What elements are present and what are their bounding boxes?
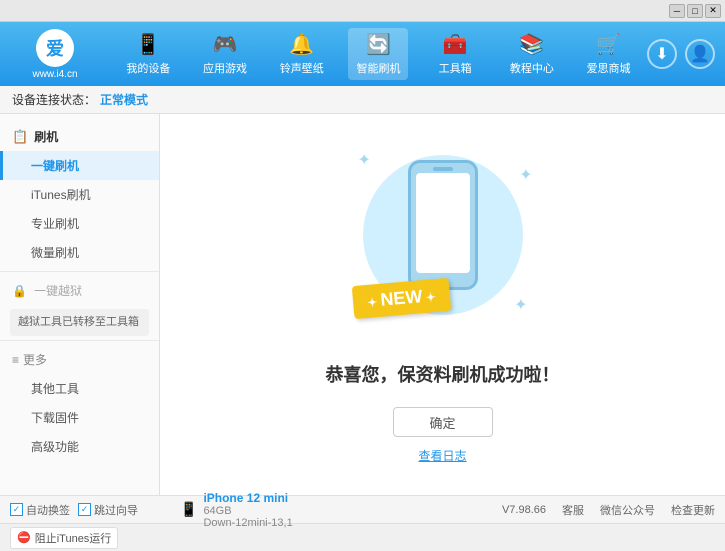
micro-flash-label: 微量刷机 [31,246,79,260]
user-button[interactable]: 👤 [685,39,715,69]
apps-games-icon: 🎮 [213,32,238,57]
toolbox-icon: 🧰 [443,32,468,57]
sparkle-3: ✦ [514,295,527,315]
nav-ringtones[interactable]: 🔔 铃声壁纸 [272,28,332,80]
download-fw-label: 下载固件 [31,411,79,425]
device-icon: 📱 [180,501,197,518]
phone-body [408,160,478,290]
illustration: ✦ ✦ ✦ NEW [343,145,543,345]
minimize-button[interactable]: ─ [669,4,685,18]
skip-wizard-label: 跳过向导 [94,502,138,518]
sidebar-section-more: ≡ 更多 [0,345,159,374]
bottom-bar: ✓ 自动换签 ✓ 跳过向导 📱 iPhone 12 mini 64GB Down… [0,495,725,523]
sparkle-1: ✦ [358,150,371,170]
wechat-link[interactable]: 微信公众号 [600,502,655,518]
auto-sign-checkbox[interactable]: ✓ 自动换签 [10,502,70,518]
sidebar-item-advanced[interactable]: 高级功能 [0,432,159,461]
footer-bar: ⛔ 阻止iTunes运行 [0,523,725,551]
logo[interactable]: 爱 www.i4.cn [10,29,100,80]
advanced-label: 高级功能 [31,440,79,454]
itunes-button[interactable]: ⛔ 阻止iTunes运行 [10,527,118,549]
lock-icon: 🔒 [12,284,27,298]
nav-mall[interactable]: 🛒 爱思商城 [579,28,639,80]
logo-icon: 爱 [36,29,74,67]
divider-2 [0,340,159,341]
sparkle-2: ✦ [519,165,532,185]
sidebar: 📋 刷机 一键刷机 iTunes刷机 专业刷机 微量刷机 🔒 一键越狱 越狱工具… [0,114,160,495]
sidebar-item-download-fw[interactable]: 下载固件 [0,403,159,432]
device-storage: 64GB [203,505,292,517]
flash-section-icon: 📋 [12,129,28,145]
nav-apps-games[interactable]: 🎮 应用游戏 [195,28,255,80]
phone-speaker [433,167,453,171]
footer-left: ⛔ 阻止iTunes运行 [10,527,715,549]
sidebar-item-micro-flash[interactable]: 微量刷机 [0,238,159,267]
tutorial-icon: 📚 [519,32,544,57]
check-update-link[interactable]: 检查更新 [671,502,715,518]
main-area: 📋 刷机 一键刷机 iTunes刷机 专业刷机 微量刷机 🔒 一键越狱 越狱工具… [0,114,725,495]
sidebar-section-jailbreak: 🔒 一键越狱 [0,276,159,305]
status-bar: 设备连接状态： 正常模式 [0,86,725,114]
nav-tutorial[interactable]: 📚 教程中心 [502,28,562,80]
pro-flash-label: 专业刷机 [31,217,79,231]
confirm-button[interactable]: 确定 [393,407,493,437]
content-area: ✦ ✦ ✦ NEW 恭喜您，保资料刷机成功啦！ 确定 查看日志 [160,114,725,495]
bottom-right: V7.98.66 客服 微信公众号 检查更新 [502,502,715,518]
customer-service-link[interactable]: 客服 [562,502,584,518]
nav-right: ⬇ 👤 [647,39,715,69]
smart-flash-label: 智能刷机 [356,60,400,76]
secondary-link[interactable]: 查看日志 [418,447,466,464]
ringtones-icon: 🔔 [289,32,314,57]
status-value: 正常模式 [100,91,148,108]
sidebar-section-flash: 📋 刷机 [0,122,159,151]
skip-wizard-checkbox[interactable]: ✓ 跳过向导 [78,502,138,518]
divider-1 [0,271,159,272]
sidebar-item-one-click[interactable]: 一键刷机 [0,151,159,180]
device-name: iPhone 12 mini [203,491,292,505]
auto-sign-label: 自动换签 [26,502,70,518]
success-text: 恭喜您，保资料刷机成功啦！ [326,361,560,387]
status-label: 设备连接状态： [12,91,96,108]
title-bar: ─ □ ✕ [0,0,725,22]
flash-section-title: 刷机 [34,128,58,145]
one-click-label: 一键刷机 [31,159,79,173]
close-button[interactable]: ✕ [705,4,721,18]
more-icon: ≡ [12,353,19,367]
ringtones-label: 铃声壁纸 [280,60,324,76]
apps-games-label: 应用游戏 [203,60,247,76]
nav-toolbox[interactable]: 🧰 工具箱 [425,28,485,80]
sidebar-item-other-tools[interactable]: 其他工具 [0,374,159,403]
logo-text: www.i4.cn [32,69,77,80]
mall-icon: 🛒 [596,32,621,57]
maximize-button[interactable]: □ [687,4,703,18]
smart-flash-icon: 🔄 [366,32,391,57]
phone-screen [416,173,470,273]
nav-smart-flash[interactable]: 🔄 智能刷机 [348,28,408,80]
itunes-icon: ⛔ [17,531,31,544]
bottom-left: ✓ 自动换签 ✓ 跳过向导 [10,502,170,518]
mall-label: 爱思商城 [587,60,631,76]
itunes-label: 阻止iTunes运行 [35,530,112,546]
my-device-icon: 📱 [136,32,161,57]
sidebar-item-pro-flash[interactable]: 专业刷机 [0,209,159,238]
nav-items: 📱 我的设备 🎮 应用游戏 🔔 铃声壁纸 🔄 智能刷机 🧰 工具箱 📚 教程中心… [110,28,647,80]
download-button[interactable]: ⬇ [647,39,677,69]
itunes-flash-label: iTunes刷机 [31,188,91,202]
version-text: V7.98.66 [502,504,546,516]
nav-my-device[interactable]: 📱 我的设备 [118,28,178,80]
tutorial-label: 教程中心 [510,60,554,76]
toolbox-label: 工具箱 [439,60,472,76]
sidebar-item-itunes-flash[interactable]: iTunes刷机 [0,180,159,209]
skip-wizard-check-icon: ✓ [78,503,91,516]
auto-sign-check-icon: ✓ [10,503,23,516]
more-title: 更多 [23,351,47,368]
header: 爱 www.i4.cn 📱 我的设备 🎮 应用游戏 🔔 铃声壁纸 🔄 智能刷机 … [0,22,725,86]
jailbreak-label: 一键越狱 [31,282,82,299]
other-tools-label: 其他工具 [31,382,79,396]
jailbreak-note: 越狱工具已转移至工具箱 [10,309,149,336]
my-device-label: 我的设备 [126,60,170,76]
